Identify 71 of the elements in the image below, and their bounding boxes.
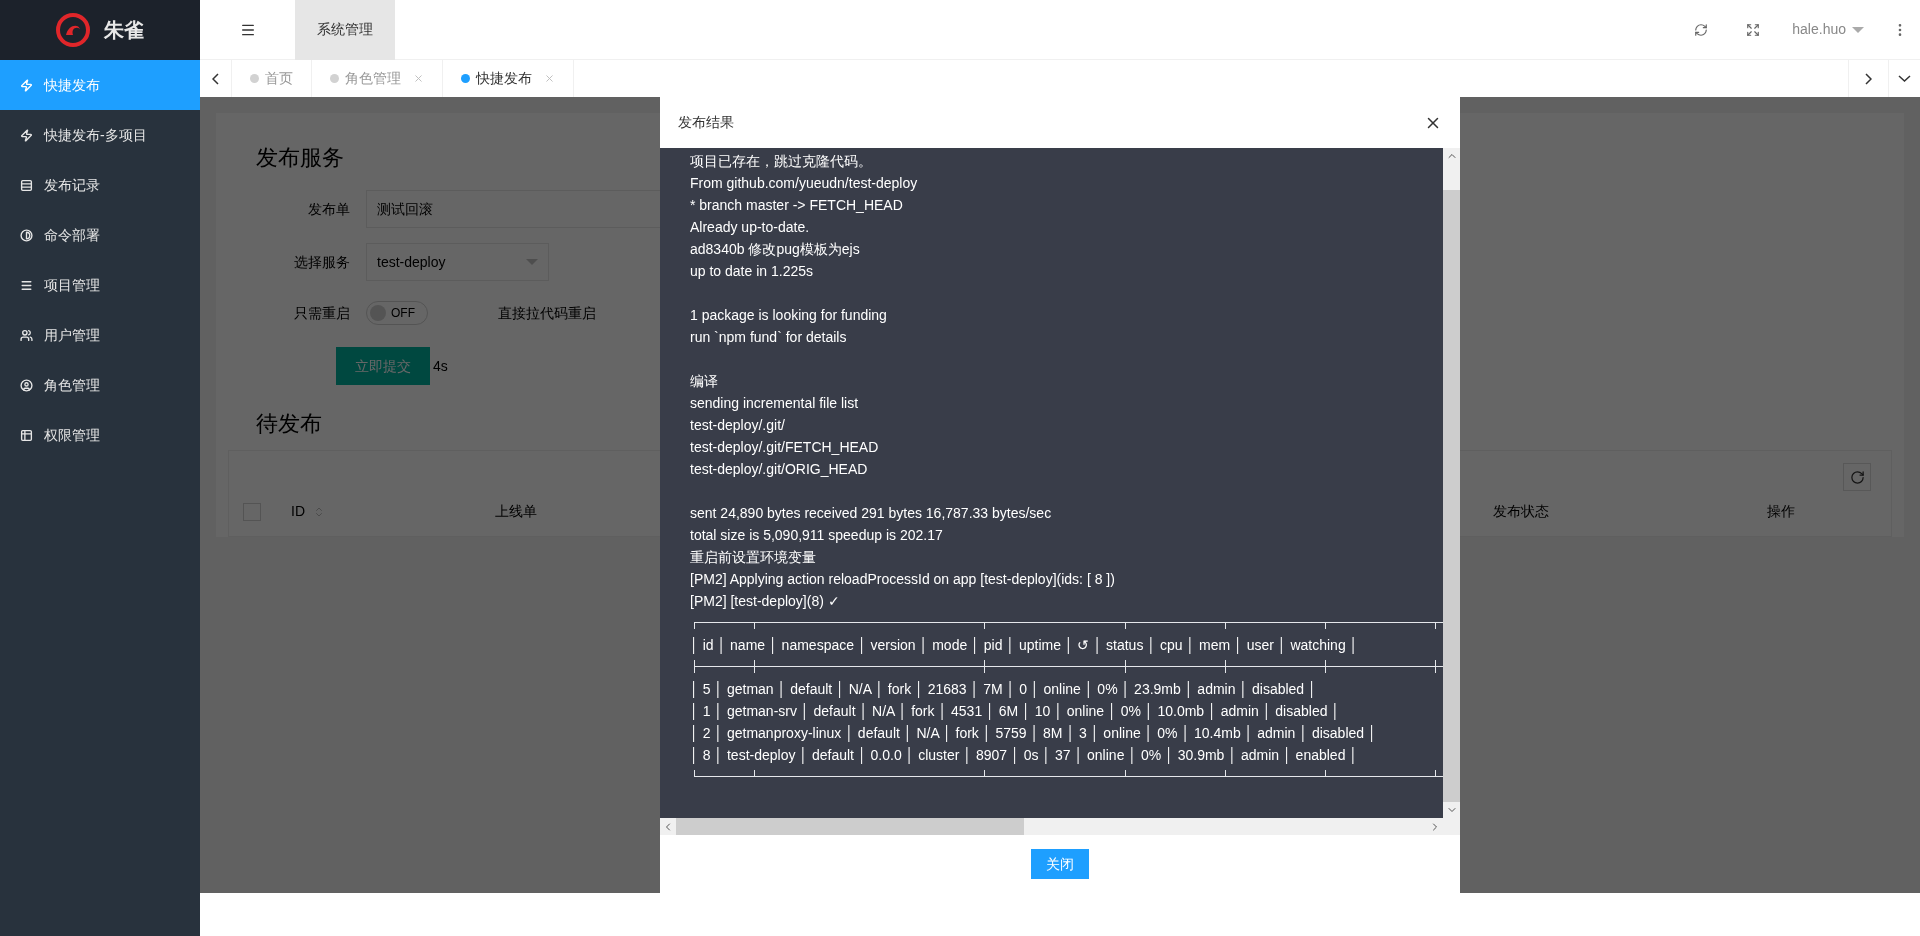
- field-label: 选择服务: [294, 252, 350, 272]
- sidebar-item[interactable]: 发布记录: [0, 160, 200, 210]
- log-line: │ 1 │ getman-srv │ default │ N/A │ fork │ 4531 │ 6M │ 10 │ online │ 0% │ 10.0mb │ admin │ disabled │: [690, 702, 1341, 722]
- log-line: 1 package is looking for funding: [690, 306, 887, 325]
- contrast-icon: [20, 228, 33, 242]
- sidebar-item[interactable]: 角色管理: [0, 360, 200, 410]
- log-line: sent 24,890 bytes received 291 bytes 16,787.33 bytes/sec: [690, 504, 1052, 523]
- user-menu[interactable]: hale.huo: [1792, 19, 1864, 40]
- chevron-left-icon: [212, 72, 219, 85]
- submit-button[interactable]: 立即提交: [336, 347, 430, 386]
- column-header: 发布状态: [1493, 502, 1550, 522]
- sidebar-item[interactable]: 项目管理: [0, 260, 200, 310]
- log-line: * branch master -> FETCH_HEAD: [690, 196, 903, 215]
- chevron-right-icon: [1865, 72, 1872, 85]
- dialog-title: 发布结果: [678, 113, 734, 132]
- sidebar-item[interactable]: 命令部署: [0, 210, 200, 260]
- refresh-icon: [1849, 469, 1865, 485]
- sidebar-item[interactable]: 快捷发布-多项目: [0, 110, 200, 160]
- log-line: │ id │ name │ namespace │ version │ mode │ pid │ uptime │ ↺ │ status │ cpu │ mem │ user │ watching │: [690, 636, 1359, 656]
- timer-text: 4s: [433, 356, 448, 376]
- log-line: [PM2] Applying action reloadProcessId on app [test-deploy](ids: [ 8 ]): [690, 570, 1115, 589]
- log-line: │ 8 │ test-deploy │ default │ 0.0.0 │ cluster │ 8907 │ 0s │ 37 │ online │ 0% │ 30.9mb │ admin │ enabled │: [690, 746, 1359, 766]
- logo-icon: [56, 13, 90, 47]
- log-line: up to date in 1.225s: [690, 262, 813, 281]
- log-line: 重启前设置环境变量: [690, 548, 816, 567]
- column-header[interactable]: ID: [291, 501, 305, 523]
- toggle-switch[interactable]: OFF: [366, 301, 428, 326]
- column-header: 操作: [1767, 502, 1796, 522]
- log-line: │ 2 │ getmanproxy-linux │ default │ N/A │ fork │ 5759 │ 8M │ 3 │ online │ 0% │ 10.4mb │ admin │ disabled │: [690, 724, 1377, 744]
- app-name: 朱雀: [104, 18, 144, 43]
- sidebar-item[interactable]: 快捷发布: [0, 60, 200, 110]
- log-line: total size is 5,090,911 speedup is 202.17: [690, 526, 943, 545]
- refresh-icon[interactable]: [1694, 22, 1709, 37]
- bolt-icon: [20, 78, 33, 92]
- caret-icon: [526, 259, 538, 265]
- sort-icon[interactable]: [313, 505, 325, 518]
- log-line: [PM2] [test-deploy](8) ✓: [690, 592, 840, 611]
- fullscreen-icon[interactable]: [1746, 22, 1761, 37]
- sidebar-item[interactable]: 权限管理: [0, 410, 200, 460]
- log-line: 项目已存在，跳过克隆代码。: [690, 152, 872, 171]
- log-line: test-deploy/.git/: [690, 416, 785, 435]
- chevron-down-icon: [1898, 75, 1911, 82]
- section-title: 发布服务: [256, 144, 344, 172]
- bolt-icon: [20, 128, 33, 142]
- table-icon: [20, 428, 33, 442]
- user-circle-icon: [20, 378, 33, 392]
- top-menu-tab[interactable]: 系统管理: [295, 0, 395, 60]
- log-line: Already up-to-date.: [690, 218, 810, 237]
- log-line: From github.com/yueudn/test-deploy: [690, 174, 918, 193]
- scrollbar-thumb[interactable]: [676, 818, 1024, 835]
- menu-icon: [20, 278, 33, 292]
- column-header: 上线单: [494, 502, 538, 522]
- list-icon: [20, 178, 33, 192]
- select-field[interactable]: test-deploy: [366, 243, 549, 281]
- log-line: │ 5 │ getman │ default │ N/A │ fork │ 21683 │ 7M │ 0 │ online │ 0% │ 23.9mb │ admin │ disabled │: [690, 680, 1317, 700]
- section-title: 待发布: [256, 410, 322, 439]
- caret-icon: [1852, 26, 1864, 33]
- log-line: run `npm fund` for details: [690, 328, 847, 347]
- field-label: 发布单: [308, 199, 350, 219]
- sidebar-item[interactable]: 用户管理: [0, 310, 200, 360]
- log-line: ad8340b 修改pug模板为ejs: [690, 240, 860, 259]
- field-label: 只需重启: [294, 303, 350, 323]
- log-line: 编译: [690, 372, 718, 391]
- horizontal-scrollbar[interactable]: [660, 818, 1443, 835]
- users-icon: [20, 328, 33, 342]
- refresh-button[interactable]: [1843, 463, 1871, 492]
- log-line: test-deploy/.git/ORIG_HEAD: [690, 460, 868, 479]
- close-button[interactable]: 关闭: [1031, 849, 1089, 879]
- log-line: test-deploy/.git/FETCH_HEAD: [690, 438, 879, 457]
- hint-text: 直接拉代码重启: [498, 303, 596, 323]
- log-line: sending incremental file list: [690, 394, 859, 413]
